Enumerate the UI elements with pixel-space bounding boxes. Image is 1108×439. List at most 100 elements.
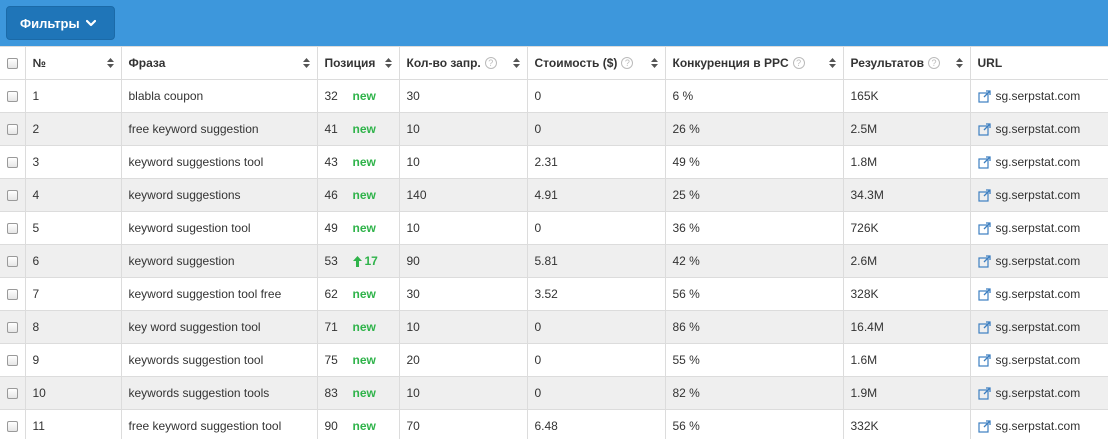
- url-link[interactable]: sg.serpstat.com: [977, 287, 1101, 301]
- row-checkbox[interactable]: [7, 421, 18, 433]
- cell-url: sg.serpstat.com: [970, 277, 1108, 311]
- cell-position: 43 new: [317, 145, 400, 179]
- external-link-icon: [977, 221, 991, 235]
- cell-results: 16.4M: [843, 310, 971, 344]
- row-checkbox[interactable]: [7, 157, 18, 169]
- row-checkbox[interactable]: [7, 256, 18, 268]
- external-link-icon: [977, 287, 991, 301]
- header-cost[interactable]: Стоимость ($)?: [527, 46, 666, 80]
- cell-url: sg.serpstat.com: [970, 244, 1108, 278]
- cell-competition: 55 %: [665, 343, 844, 377]
- cell-phrase[interactable]: key word suggestion tool: [121, 310, 318, 344]
- table-row: 8 key word suggestion tool 71 new 10 0 86 % 16.…: [0, 310, 1108, 344]
- cell-cost: 0: [527, 79, 666, 113]
- help-icon[interactable]: ?: [792, 57, 805, 69]
- header-competition[interactable]: Конкуренция в PPC?: [665, 46, 844, 80]
- cell-num: 4: [25, 178, 122, 212]
- table-header-row: № Фраза Позиция Кол-во запр.? Стоимость …: [0, 46, 1108, 80]
- position-change: new: [352, 386, 376, 400]
- cell-num: 1: [25, 79, 122, 113]
- keywords-table: № Фраза Позиция Кол-во запр.? Стоимость …: [0, 46, 1108, 439]
- position-change: new: [352, 320, 376, 334]
- cell-url: sg.serpstat.com: [970, 310, 1108, 344]
- sort-icon[interactable]: [650, 58, 658, 68]
- cell-cost: 6.48: [527, 409, 666, 439]
- cell-results: 726K: [843, 211, 971, 245]
- url-link[interactable]: sg.serpstat.com: [977, 89, 1101, 103]
- url-link[interactable]: sg.serpstat.com: [977, 188, 1101, 202]
- cell-phrase[interactable]: keywords suggestion tool: [121, 343, 318, 377]
- cell-cost: 0: [527, 343, 666, 377]
- cell-phrase[interactable]: keyword suggestions: [121, 178, 318, 212]
- cell-results: 1.8M: [843, 145, 971, 179]
- cell-position: 71 new: [317, 310, 400, 344]
- cell-results: 2.6M: [843, 244, 971, 278]
- url-link[interactable]: sg.serpstat.com: [977, 386, 1101, 400]
- cell-phrase[interactable]: keywords suggestion tools: [121, 376, 318, 410]
- row-checkbox[interactable]: [7, 223, 18, 235]
- row-select-cell: [0, 178, 26, 212]
- cell-position: 62 new: [317, 277, 400, 311]
- header-phrase[interactable]: Фраза: [121, 46, 318, 80]
- row-checkbox[interactable]: [7, 355, 18, 367]
- table-row: 7 keyword suggestion tool free 62 new 30 3.52…: [0, 277, 1108, 311]
- cell-url: sg.serpstat.com: [970, 178, 1108, 212]
- row-select-cell: [0, 244, 26, 278]
- row-checkbox[interactable]: [7, 289, 18, 301]
- select-all-cell: [0, 46, 26, 80]
- url-link[interactable]: sg.serpstat.com: [977, 419, 1101, 433]
- url-link[interactable]: sg.serpstat.com: [977, 254, 1101, 268]
- row-select-cell: [0, 79, 26, 113]
- cell-phrase[interactable]: blabla coupon: [121, 79, 318, 113]
- external-link-icon: [977, 386, 991, 400]
- external-link-icon: [977, 353, 991, 367]
- select-all-checkbox[interactable]: [7, 58, 18, 70]
- row-checkbox[interactable]: [7, 124, 18, 136]
- help-icon[interactable]: ?: [621, 57, 634, 69]
- cell-url: sg.serpstat.com: [970, 145, 1108, 179]
- header-url: URL: [970, 46, 1108, 80]
- cell-position: 32 new: [317, 79, 400, 113]
- url-link[interactable]: sg.serpstat.com: [977, 155, 1101, 169]
- cell-volume: 30: [399, 277, 528, 311]
- cell-phrase[interactable]: free keyword suggestion tool: [121, 409, 318, 439]
- sort-icon[interactable]: [955, 58, 963, 68]
- help-icon[interactable]: ?: [484, 57, 497, 69]
- cell-phrase[interactable]: keyword sugestion tool: [121, 211, 318, 245]
- sort-icon[interactable]: [828, 58, 836, 68]
- header-results[interactable]: Результатов?: [843, 46, 971, 80]
- cell-url: sg.serpstat.com: [970, 376, 1108, 410]
- header-position[interactable]: Позиция: [317, 46, 400, 80]
- sort-icon[interactable]: [302, 58, 310, 68]
- sort-icon[interactable]: [512, 58, 520, 68]
- position-value: 90: [324, 419, 338, 433]
- arrow-up-icon: [352, 255, 362, 267]
- help-icon[interactable]: ?: [927, 57, 940, 69]
- row-checkbox[interactable]: [7, 322, 18, 334]
- external-link-icon: [977, 254, 991, 268]
- cell-volume: 30: [399, 79, 528, 113]
- header-num[interactable]: №: [25, 46, 122, 80]
- cell-results: 34.3M: [843, 178, 971, 212]
- row-select-cell: [0, 310, 26, 344]
- row-checkbox[interactable]: [7, 91, 18, 103]
- row-select-cell: [0, 211, 26, 245]
- sort-icon[interactable]: [384, 58, 392, 68]
- row-checkbox[interactable]: [7, 388, 18, 400]
- cell-phrase[interactable]: keyword suggestion: [121, 244, 318, 278]
- url-link[interactable]: sg.serpstat.com: [977, 353, 1101, 367]
- url-link[interactable]: sg.serpstat.com: [977, 221, 1101, 235]
- cell-competition: 36 %: [665, 211, 844, 245]
- sort-icon[interactable]: [106, 58, 114, 68]
- position-change: new: [352, 155, 376, 169]
- row-select-cell: [0, 277, 26, 311]
- url-link[interactable]: sg.serpstat.com: [977, 320, 1101, 334]
- cell-phrase[interactable]: keyword suggestions tool: [121, 145, 318, 179]
- row-checkbox[interactable]: [7, 190, 18, 202]
- cell-volume: 10: [399, 310, 528, 344]
- url-link[interactable]: sg.serpstat.com: [977, 122, 1101, 136]
- filters-button[interactable]: Фильтры: [6, 6, 115, 40]
- cell-phrase[interactable]: free keyword suggestion: [121, 112, 318, 146]
- header-volume[interactable]: Кол-во запр.?: [399, 46, 528, 80]
- cell-phrase[interactable]: keyword suggestion tool free: [121, 277, 318, 311]
